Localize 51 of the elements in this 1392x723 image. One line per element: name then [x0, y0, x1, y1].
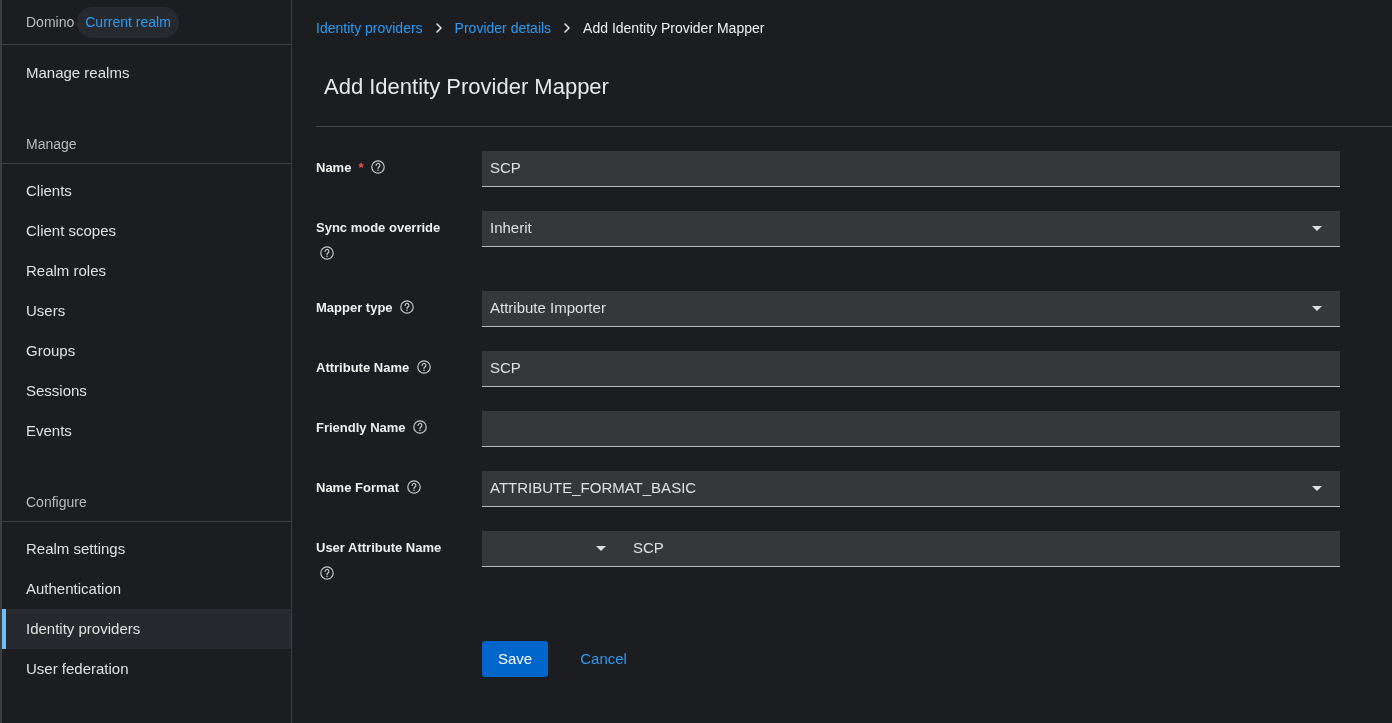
field-label: Attribute Name	[316, 360, 410, 375]
chevron-right-icon	[564, 23, 571, 33]
input-field[interactable]: SCP	[482, 151, 1340, 187]
input-field[interactable]	[482, 411, 1340, 447]
nav-item[interactable]: Authentication	[2, 569, 291, 609]
field-label: Name	[316, 160, 352, 175]
help-icon[interactable]	[320, 246, 334, 260]
nav-item[interactable]: Clients	[2, 171, 291, 211]
breadcrumb-link[interactable]: Identity providers	[316, 17, 423, 39]
caret-down-icon	[596, 546, 606, 551]
nav-item[interactable]: Realm roles	[2, 251, 291, 291]
field-label: Mapper type	[316, 300, 393, 315]
help-icon[interactable]	[320, 566, 334, 580]
field-label: Name Format	[316, 480, 400, 495]
breadcrumb-current: Add Identity Provider Mapper	[583, 18, 765, 38]
nav-item[interactable]: Users	[2, 291, 291, 331]
save-button[interactable]: Save	[482, 641, 549, 677]
realm-name: Domino	[26, 12, 75, 32]
help-icon[interactable]	[371, 160, 386, 174]
select-field[interactable]: Attribute Importer	[482, 291, 1340, 327]
nav-section-title: Configure	[26, 493, 88, 512]
nav-item[interactable]: Realm settings	[2, 529, 291, 569]
caret-down-icon	[1312, 306, 1322, 311]
input-field[interactable]: SCP	[482, 351, 1340, 387]
field-label: Friendly Name	[316, 420, 406, 435]
caret-down-icon	[1312, 486, 1322, 491]
nav-item[interactable]: Groups	[2, 331, 291, 371]
nav-item[interactable]: Sessions	[2, 371, 291, 411]
nav-item[interactable]: Events	[2, 411, 291, 451]
nav-item[interactable]: User federation	[2, 649, 291, 689]
caret-down-icon	[1312, 226, 1322, 231]
select-field[interactable]	[482, 531, 620, 567]
help-icon[interactable]	[413, 420, 428, 434]
nav-section-title: Manage	[26, 135, 78, 154]
chevron-right-icon	[435, 23, 442, 33]
field-label: User Attribute Name	[316, 540, 442, 555]
cancel-button[interactable]: Cancel	[564, 641, 643, 677]
select-field[interactable]: ATTRIBUTE_FORMAT_BASIC	[482, 471, 1340, 507]
input-field[interactable]: SCP	[620, 531, 1340, 567]
nav-item[interactable]: Manage realms	[2, 53, 291, 93]
current-realm-badge: Current realm	[77, 6, 179, 38]
help-icon[interactable]	[406, 480, 421, 494]
page-title: Add Identity Provider Mapper	[324, 73, 609, 101]
required-mark: *	[358, 160, 364, 175]
nav-item[interactable]: Identity providers	[2, 609, 291, 649]
breadcrumb-link[interactable]: Provider details	[454, 17, 552, 39]
select-field[interactable]: Inherit	[482, 211, 1340, 247]
nav-item[interactable]: Client scopes	[2, 211, 291, 251]
help-icon[interactable]	[416, 360, 431, 374]
field-label: Sync mode override	[316, 220, 441, 235]
help-icon[interactable]	[400, 300, 415, 314]
